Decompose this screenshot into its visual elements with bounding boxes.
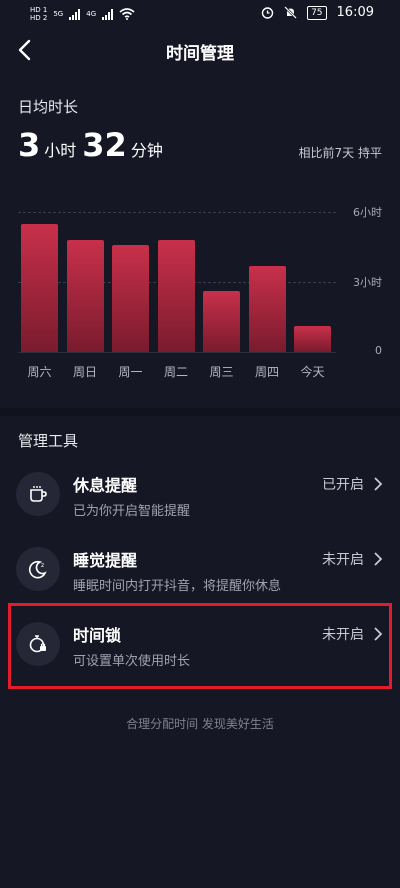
- tool-title: 时间锁: [73, 626, 122, 645]
- wifi-icon: [119, 8, 135, 20]
- tool-subtitle: 睡眠时间内打开抖音，将提醒你休息: [73, 579, 282, 594]
- x-tick-label: 周六: [27, 365, 52, 379]
- x-tick-label: 周三: [209, 365, 234, 379]
- moon-icon: z: [16, 547, 60, 591]
- nav-bar: 时间管理: [0, 28, 400, 72]
- svg-text:z: z: [41, 562, 44, 569]
- signal2-label: 4G: [86, 10, 97, 18]
- x-tick-label: 周一: [118, 365, 143, 379]
- tool-subtitle: 可设置单次使用时长: [73, 654, 191, 669]
- chart-bar: [248, 265, 286, 352]
- alarm-icon: [261, 7, 274, 19]
- tool-subtitle: 已为你开启智能提醒: [73, 504, 191, 519]
- comparison-text: 相比前7天 持平: [298, 146, 382, 160]
- hd2-tag: HD 2: [30, 14, 48, 22]
- coffee-cup-icon: [16, 472, 60, 516]
- mute-icon: [284, 6, 297, 19]
- timer-lock-icon: [16, 622, 60, 666]
- page-title: 时间管理: [166, 44, 234, 64]
- chart-bar: [294, 326, 331, 352]
- y-tick-label: 3小时: [353, 276, 382, 289]
- x-tick-label: 周日: [72, 365, 97, 379]
- hd1-tag: HD 1: [30, 6, 48, 14]
- tool-title: 休息提醒: [73, 476, 138, 495]
- footer-slogan: 合理分配时间 发现美好生活: [126, 717, 274, 731]
- tool-status: 已开启: [322, 477, 364, 493]
- x-tick-label: 周四: [254, 365, 279, 379]
- section-divider: [0, 408, 400, 416]
- chart-bar: [66, 240, 104, 352]
- minutes-unit: 分钟: [130, 141, 163, 160]
- tool-item-time-lock[interactable]: 时间锁 可设置单次使用时长 未开启: [0, 608, 400, 686]
- chevron-right-icon: [374, 552, 383, 566]
- gridline-top: [18, 212, 336, 213]
- usage-bar-chart: 6小时 3小时 0 周六 周日 周一 周二 周三 周四 今天: [18, 200, 388, 390]
- status-left: HD 1 HD 2 5G 4G: [30, 6, 135, 22]
- daily-average-label: 日均时长: [18, 98, 79, 116]
- minutes-number: 32: [82, 126, 127, 164]
- status-time: 16:09: [336, 5, 374, 20]
- tool-item-sleep-reminder[interactable]: z 睡觉提醒 睡眠时间内打开抖音，将提醒你休息 未开启: [0, 533, 400, 611]
- tool-status: 未开启: [322, 552, 364, 568]
- chart-bar: [157, 240, 195, 352]
- signal1-label: 5G: [53, 10, 64, 18]
- tools-section-title: 管理工具: [18, 432, 79, 450]
- tool-status: 未开启: [322, 627, 364, 643]
- hd-tags: HD 1 HD 2: [30, 6, 47, 22]
- hours-unit: 小时: [44, 141, 77, 160]
- x-tick-label: 今天: [300, 365, 325, 379]
- y-tick-label: 0: [375, 344, 382, 357]
- battery-indicator: 75: [307, 5, 327, 20]
- daily-average-value: 3 小时 32 分钟: [18, 126, 169, 164]
- tool-title: 睡觉提醒: [73, 551, 138, 570]
- chevron-right-icon: [374, 627, 383, 641]
- y-tick-label: 6小时: [353, 206, 382, 219]
- gridline-base: [18, 352, 336, 353]
- status-bar: HD 1 HD 2 5G 4G 75 16:09: [0, 0, 400, 28]
- chart-bar: [112, 244, 149, 352]
- tool-item-rest-reminder[interactable]: 休息提醒 已为你开启智能提醒 已开启: [0, 458, 400, 536]
- x-tick-label: 周二: [163, 365, 188, 379]
- hours-number: 3: [18, 126, 41, 164]
- signal-bars-2-icon: [102, 8, 114, 20]
- chart-bar: [21, 223, 58, 352]
- chevron-right-icon: [374, 477, 383, 491]
- signal-bars-1-icon: [69, 8, 81, 20]
- status-right: 75 16:09: [261, 5, 374, 20]
- chart-bar: [203, 291, 240, 352]
